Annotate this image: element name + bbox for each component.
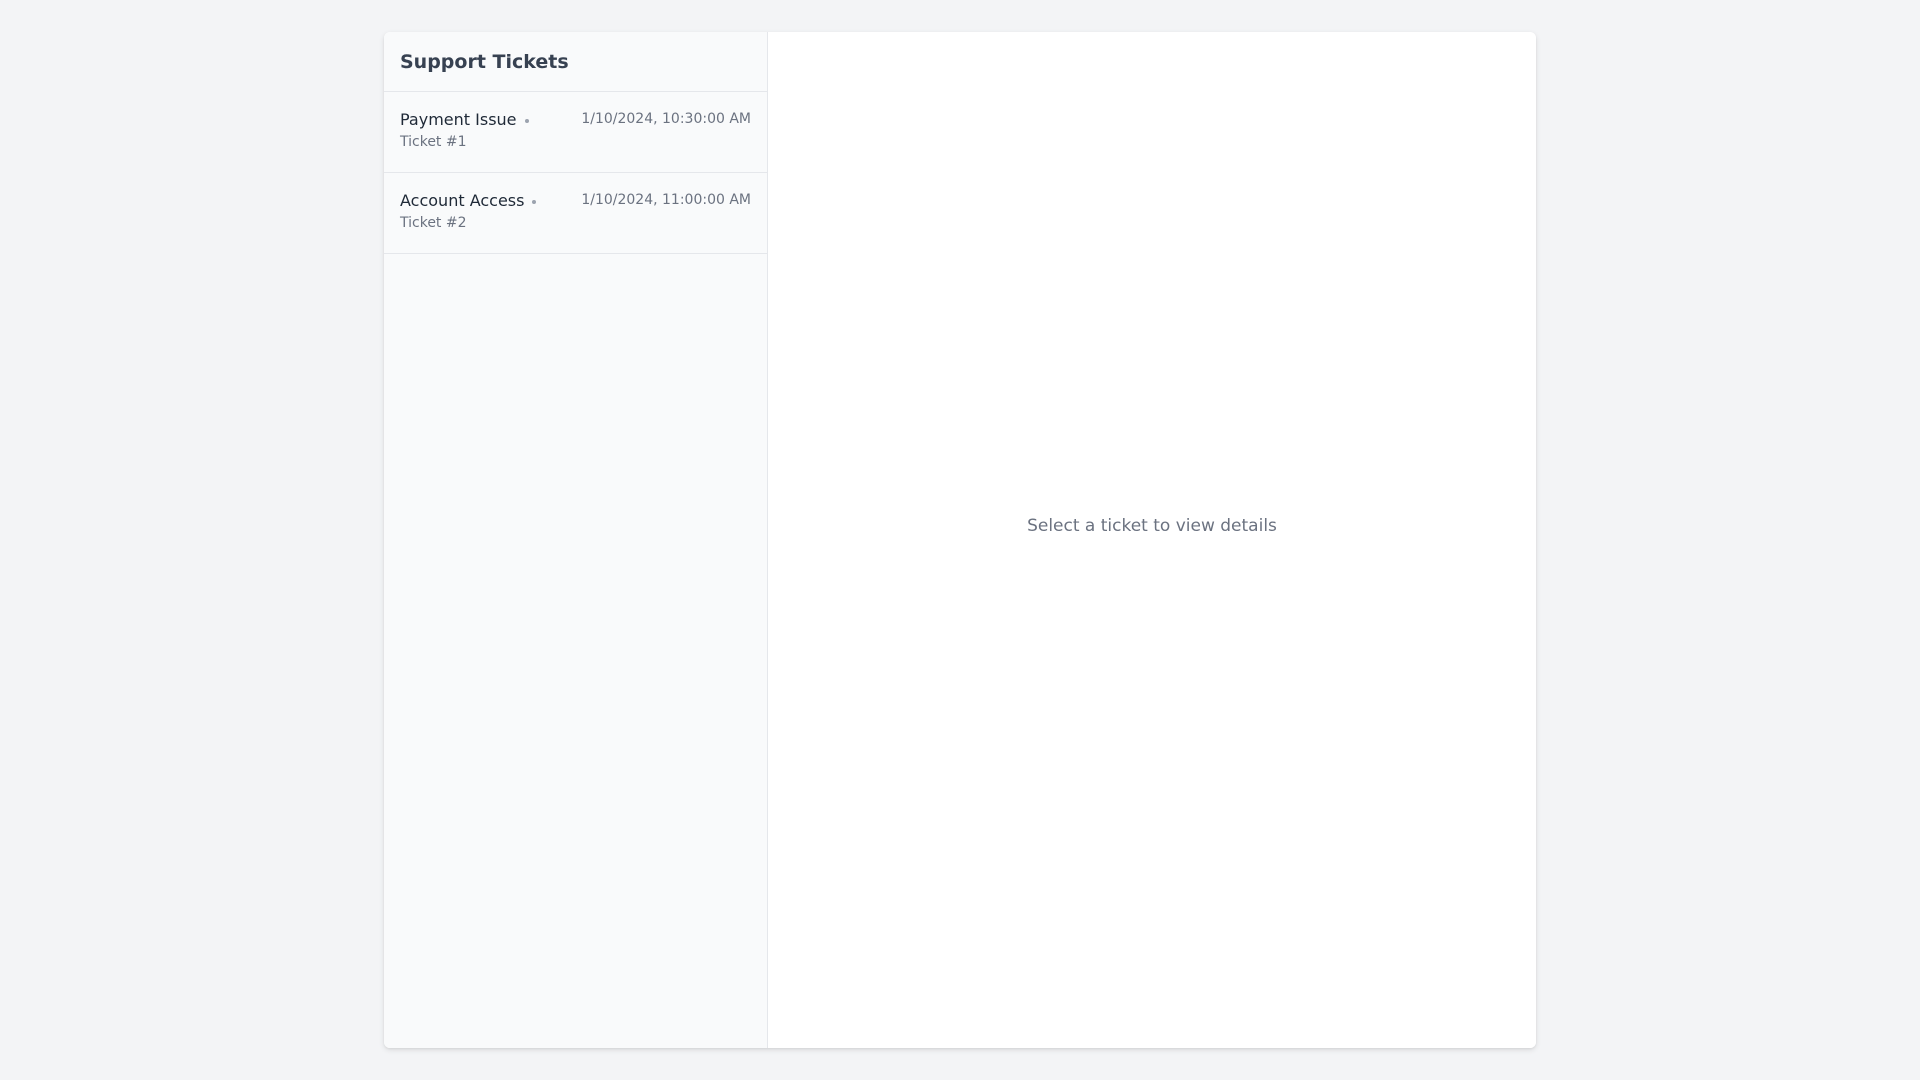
- ticket-row: Account Access 1/10/2024, 11:00:00 AM: [400, 189, 751, 211]
- sidebar-title: Support Tickets: [400, 50, 569, 73]
- empty-state-message: Select a ticket to view details: [1027, 516, 1277, 536]
- ticket-detail-pane: Select a ticket to view details: [768, 32, 1536, 1048]
- ticket-timestamp: 1/10/2024, 10:30:00 AM: [581, 111, 751, 127]
- status-dot-icon: [532, 199, 537, 204]
- ticket-subject-wrap: Account Access: [400, 190, 537, 210]
- sidebar-header: Support Tickets: [384, 32, 767, 92]
- ticket-id: Ticket #1: [400, 134, 467, 150]
- ticket-row: Payment Issue 1/10/2024, 10:30:00 AM: [400, 108, 751, 130]
- ticket-item-2[interactable]: Account Access 1/10/2024, 11:00:00 AM Ti…: [384, 173, 767, 254]
- ticket-id: Ticket #2: [400, 215, 467, 231]
- ticket-timestamp: 1/10/2024, 11:00:00 AM: [581, 192, 751, 208]
- status-dot-icon: [524, 118, 529, 123]
- ticket-sidebar: Support Tickets Payment Issue 1/10/2024,…: [384, 32, 768, 1048]
- ticket-subject-wrap: Payment Issue: [400, 110, 529, 129]
- ticket-list: Payment Issue 1/10/2024, 10:30:00 AM Tic…: [384, 92, 767, 254]
- app-card: Support Tickets Payment Issue 1/10/2024,…: [384, 32, 1536, 1048]
- ticket-item-1[interactable]: Payment Issue 1/10/2024, 10:30:00 AM Tic…: [384, 92, 767, 173]
- ticket-subject: Payment Issue: [400, 109, 517, 129]
- ticket-subject: Account Access: [400, 190, 525, 210]
